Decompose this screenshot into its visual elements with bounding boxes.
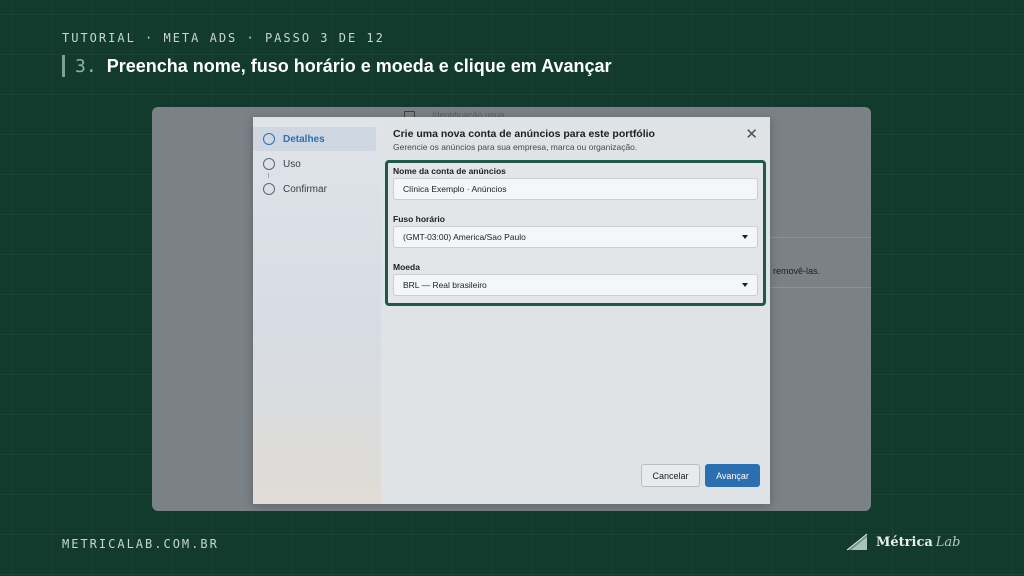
next-button[interactable]: Avançar [705,464,760,487]
step-number: 3. [75,55,97,77]
currency-label: Moeda [393,262,420,272]
step-title: Preencha nome, fuso horário e moeda e cl… [106,55,612,76]
account-name-field[interactable] [393,178,758,200]
cancel-button[interactable]: Cancelar [641,464,700,487]
screenshot-frame: Identificação usuá removê-las. Detalhes … [152,107,871,511]
chevron-down-icon [742,235,748,239]
close-icon[interactable]: ✕ [745,127,758,142]
create-ad-account-modal: Detalhes Uso Confirmar Crie uma nova con… [253,117,770,504]
background-divider [770,287,871,288]
modal-subtitle: Gerencie os anúncios para sua empresa, m… [393,142,638,152]
modal-title: Crie uma nova conta de anúncios para est… [393,128,655,140]
step-circle-icon [263,183,275,195]
footer-url: METRICALAB.COM.BR [62,537,219,551]
timezone-select[interactable]: (GMT-03:00) America/Sao Paulo [393,226,758,248]
modal-content: Crie uma nova conta de anúncios para est… [381,117,770,504]
brand-logo: Métrica Lab [846,530,961,554]
step-circle-icon [263,133,275,145]
step-heading: 3. Preencha nome, fuso horário e moeda e… [62,54,612,78]
brand-word: Métrica [876,534,933,550]
timezone-label: Fuso horário [393,214,445,224]
step-label: Detalhes [283,133,325,145]
step-label: Confirmar [283,183,327,195]
account-name-input[interactable] [403,184,748,194]
brand-mark-icon [846,533,868,551]
step-confirm[interactable]: Confirmar [253,177,381,201]
timezone-value: (GMT-03:00) America/Sao Paulo [403,232,526,242]
account-name-label: Nome da conta de anúncios [393,166,506,176]
brand-word-secondary: Lab [935,534,961,550]
step-details[interactable]: Detalhes [253,127,376,151]
step-label: Uso [283,158,301,170]
step-circle-icon [263,158,275,170]
chevron-down-icon [742,283,748,287]
form-highlight: Nome da conta de anúncios Fuso horário (… [385,160,766,306]
accent-bar [62,55,65,77]
background-divider [770,237,871,238]
step-usage[interactable]: Uso [253,152,381,178]
currency-value: BRL — Real brasileiro [403,280,487,290]
background-remove-text: removê-las. [773,266,821,276]
tutorial-eyebrow: TUTORIAL · META ADS · PASSO 3 DE 12 [62,31,385,45]
currency-select[interactable]: BRL — Real brasileiro [393,274,758,296]
steps-sidebar: Detalhes Uso Confirmar [253,117,381,504]
modal-footer: Cancelar Avançar [641,464,760,487]
